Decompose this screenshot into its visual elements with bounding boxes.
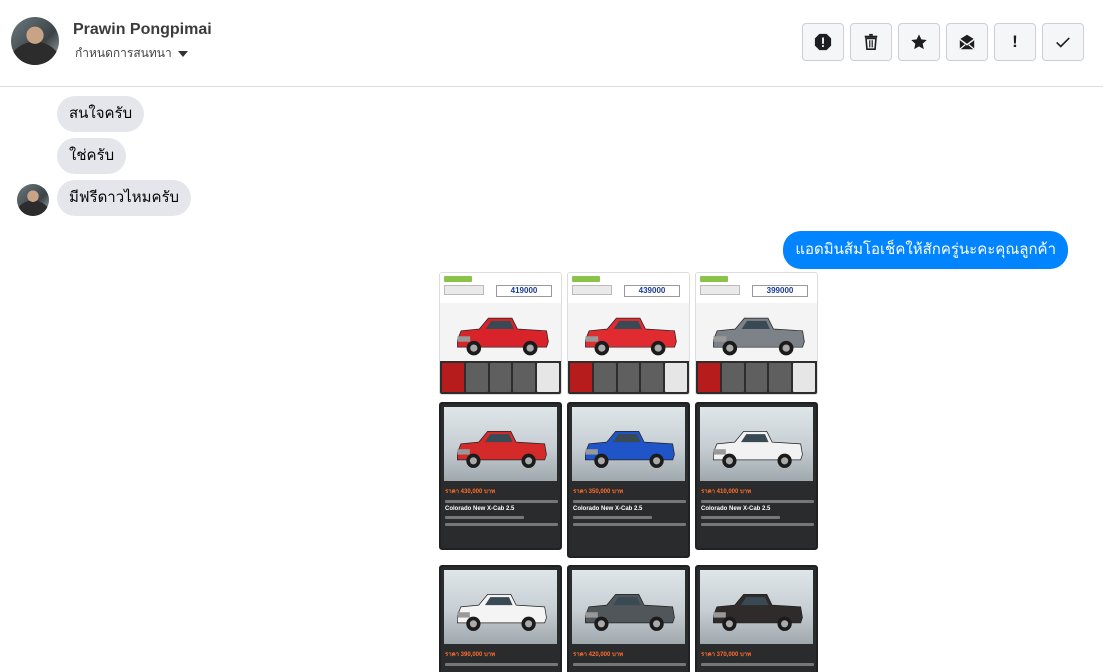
car-flyer-image[interactable]: 439000 [567,272,690,395]
listing-price: ราคา 420,000 บาท [573,652,624,658]
car-listing-image[interactable]: ราคา 410,000 บาท Colorado New X-Cab 2.5 [695,402,818,550]
brand-logo [444,276,472,282]
contact-name[interactable]: Prawin Pongpimai [73,21,212,39]
listing-price: ราคา 410,000 บาท [701,489,752,495]
mark-done-button[interactable] [1042,23,1084,61]
car-listing-image[interactable]: ราคา 370,000 บาท [695,565,818,672]
flyer-price: 419000 [496,285,552,297]
pickup-truck-image [584,594,675,631]
flyer-price: 439000 [624,285,680,297]
listing-photo [572,570,685,644]
listing-detail-line [573,500,686,503]
delete-button[interactable] [850,23,892,61]
contact-avatar-small[interactable] [17,184,49,216]
conversation-header: Prawin Pongpimai กำหนดการสนทนา ! [0,0,1103,87]
car-listing-image[interactable]: ราคา 390,000 บาท [439,565,562,672]
mark-unread-button[interactable] [946,23,988,61]
listing-photo [700,570,813,644]
listing-detail-line [445,516,525,519]
listing-detail-line [701,516,781,519]
detail-photo-strip [568,361,689,394]
listing-model: Colorado New X-Cab 2.5 [573,506,643,512]
listing-detail-line [573,523,686,526]
detail-photo-strip [696,361,817,394]
pickup-truck-image [713,317,805,356]
pickup-truck-image [712,431,803,468]
listing-model: Colorado New X-Cab 2.5 [445,506,515,512]
listing-price: ราคา 350,000 บาท [573,489,624,495]
pickup-truck-image [456,594,547,631]
listing-price: ราคา 430,000 บาท [445,489,496,495]
trash-icon [864,33,878,51]
car-listing-image[interactable]: ราคา 430,000 บาท Colorado New X-Cab 2.5 [439,402,562,550]
listing-price: ราคา 370,000 บาท [701,652,752,658]
flyer-tag [572,285,612,295]
car-flyer-image[interactable]: 399000 [695,272,818,395]
report-button[interactable] [802,23,844,61]
car-listing-image[interactable]: ราคา 420,000 บาท [567,565,690,672]
listing-detail-line [445,663,558,666]
listing-photo [444,407,557,481]
conversation-toolbar: ! [802,23,1084,61]
caret-down-icon [177,51,188,57]
incoming-message[interactable]: มีฟรีดาวไหมครับ [57,180,192,216]
flyer-tag [444,285,484,295]
brand-logo [572,276,600,282]
listing-detail-line [573,516,653,519]
check-icon [1056,37,1070,48]
detail-photo-strip [440,361,561,394]
star-button[interactable] [898,23,940,61]
assign-conversation-label: กำหนดการสนทนา [75,46,172,60]
listing-detail-line [701,523,814,526]
incoming-message[interactable]: ใช่ครับ [57,138,127,174]
listing-detail-line [701,500,814,503]
pickup-truck-image [584,431,675,468]
assign-conversation-dropdown[interactable]: กำหนดการสนทนา [75,44,188,63]
flyer-price: 399000 [752,285,808,297]
report-icon [814,33,832,51]
listing-photo [572,407,685,481]
outgoing-message[interactable]: แอดมินส้มโอเช็คให้สักครู่นะคะคุณลูกค้า [783,231,1068,269]
contact-avatar[interactable] [11,17,59,65]
pickup-truck-image [585,317,677,356]
listing-detail-line [701,663,814,666]
exclamation-icon: ! [1012,32,1018,51]
mark-unread-icon [959,34,975,50]
flyer-tag [700,285,740,295]
listing-detail-line [445,500,558,503]
incoming-message[interactable]: สนใจครับ [57,96,145,132]
listing-photo [700,407,813,481]
car-listing-image[interactable]: ราคา 350,000 บาท Colorado New X-Cab 2.5 [567,402,690,558]
listing-price: ราคา 390,000 บาท [445,652,496,658]
pickup-truck-image [456,431,547,468]
mark-important-button[interactable]: ! [994,23,1036,61]
star-icon [911,34,927,50]
listing-detail-line [445,523,558,526]
listing-detail-line [573,663,686,666]
car-flyer-image[interactable]: 419000 [439,272,562,395]
pickup-truck-image [712,594,803,631]
pickup-truck-image [457,317,549,356]
listing-model: Colorado New X-Cab 2.5 [701,506,771,512]
brand-logo [700,276,728,282]
listing-photo [444,570,557,644]
